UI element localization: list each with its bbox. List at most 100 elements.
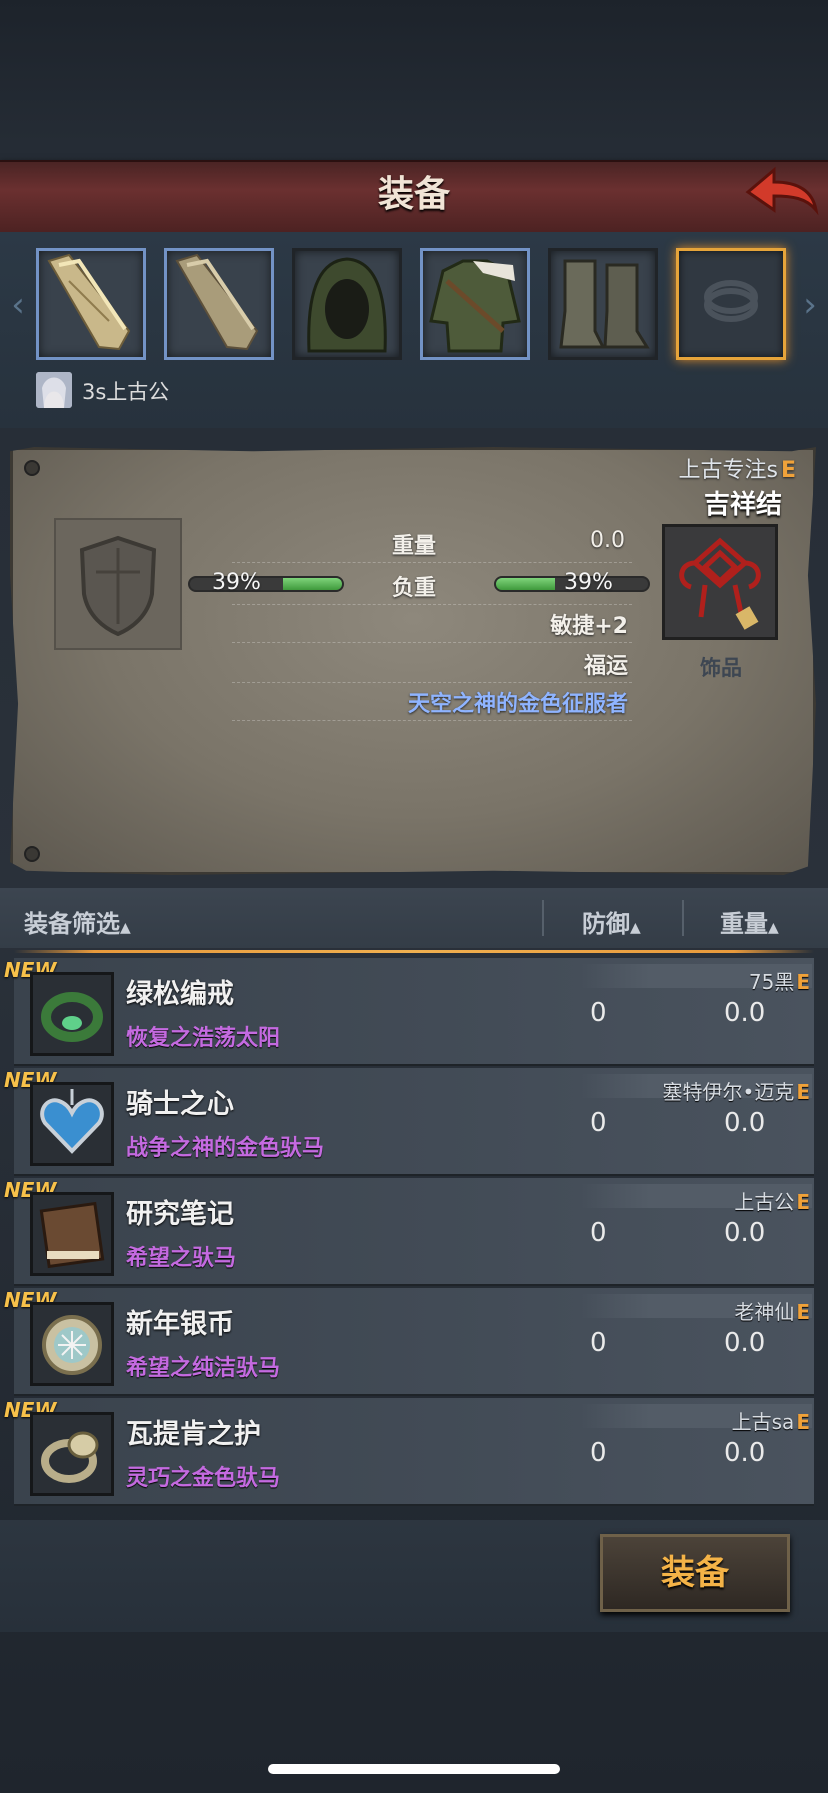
divider — [232, 604, 632, 606]
weight-value: 0.0 — [724, 1328, 766, 1358]
item-name: 吉祥结 — [703, 490, 782, 520]
item-preview — [662, 524, 778, 640]
sort-arrow-icon: ▲ — [768, 920, 779, 936]
defense-sort-label: 防御 — [582, 910, 630, 938]
item-owner: 老神仙 E — [734, 1300, 810, 1324]
chinese-knot-icon — [665, 527, 775, 637]
selection-line — [14, 950, 814, 953]
pin-icon — [24, 846, 40, 862]
item-affix: 战争之神的金色驮马 — [126, 1136, 325, 1161]
weight-sort-label: 重量 — [720, 910, 768, 938]
blade-icon — [175, 253, 259, 351]
back-button[interactable] — [742, 162, 820, 224]
divider — [682, 900, 684, 936]
item-detail-panel — [10, 447, 816, 875]
grade-badge: E — [796, 1190, 810, 1214]
slot-ring-empty[interactable] — [676, 248, 786, 360]
back-arrow-icon — [745, 166, 819, 216]
bonus-agility: 敏捷+2 — [550, 614, 628, 639]
item-affix: 希望之驮马 — [126, 1246, 237, 1271]
chevron-left-icon[interactable]: ‹ — [6, 285, 30, 325]
list-item[interactable]: NEW 绿松编戒 恢复之浩荡太阳 75黑 E 0 0.0 — [0, 958, 828, 1066]
item-type: 饰品 — [700, 656, 742, 680]
home-indicator — [268, 1764, 560, 1774]
chevron-right-icon[interactable]: › — [798, 285, 822, 325]
item-owner: 75黑 E — [748, 970, 810, 994]
coin-icon — [30, 1302, 114, 1386]
blade-icon — [47, 253, 131, 351]
divider — [232, 562, 632, 564]
defense-value: 0 — [590, 1218, 607, 1248]
grade-badge: E — [796, 1410, 810, 1434]
title-bonus: 天空之神的金色征服者 — [407, 692, 628, 717]
item-name: 新年银币 — [126, 1309, 234, 1340]
equip-button[interactable]: 装备 — [600, 1534, 790, 1612]
pin-icon — [24, 460, 40, 476]
grade-badge: E — [796, 1300, 810, 1324]
shield-icon — [79, 535, 157, 637]
filter-label: 装备筛选 — [24, 910, 120, 938]
sort-arrow-icon: ▲ — [630, 920, 641, 936]
defense-value: 0 — [590, 1438, 607, 1468]
list-item[interactable]: NEW 骑士之心 战争之神的金色驮马 塞特伊尔•迈克 E 0 0.0 — [0, 1068, 828, 1176]
sort-weight-button[interactable]: 重量▲ — [720, 904, 779, 939]
sort-arrow-icon: ▲ — [120, 920, 131, 936]
list-item[interactable]: NEW 新年银币 希望之纯洁驮马 老神仙 E 0 0.0 — [0, 1288, 828, 1396]
defense-value: 0 — [590, 1328, 607, 1358]
load-left-percent: 39% — [212, 570, 261, 595]
boots-icon — [559, 259, 650, 349]
load-bar-left-fill — [282, 578, 342, 590]
item-name: 绿松编戒 — [126, 979, 234, 1010]
item-name: 骑士之心 — [126, 1089, 234, 1120]
slot-boots[interactable] — [548, 248, 658, 360]
weight-value: 0.0 — [724, 1108, 766, 1138]
item-affix: 恢复之浩荡太阳 — [126, 1026, 281, 1051]
elf-portrait-icon — [36, 372, 72, 408]
fortune-label: 福运 — [583, 654, 628, 679]
item-owner: 上古公 E — [734, 1190, 810, 1214]
page-title: 装备 — [377, 174, 450, 215]
ring-icon — [704, 280, 758, 322]
heart-pendant-icon — [30, 1082, 114, 1166]
avatar[interactable] — [36, 372, 72, 408]
grade-badge: E — [780, 458, 796, 483]
item-name: 研究笔记 — [126, 1199, 234, 1230]
slot-chest-armor[interactable] — [420, 248, 530, 360]
item-owner: 塞特伊尔•迈克 E — [662, 1080, 810, 1104]
character-name: 3s上古公 — [82, 380, 170, 404]
load-label: 负重 — [392, 576, 437, 601]
weight-value: 0.0 — [724, 1218, 766, 1248]
weight-value: 0.0 — [724, 998, 766, 1028]
item-affix: 灵巧之金色驮马 — [126, 1466, 281, 1491]
slot-hood[interactable] — [292, 248, 402, 360]
weight-value: 0.0 — [724, 1438, 766, 1468]
slot-weapon-main-hand[interactable] — [36, 248, 146, 360]
defense-slot-frame — [54, 518, 182, 650]
grade-badge: E — [796, 970, 810, 994]
item-owner: 上古sa E — [731, 1410, 810, 1434]
load-bar-right-fill — [496, 578, 556, 590]
item-affix: 希望之纯洁驮马 — [126, 1356, 281, 1381]
divider — [232, 682, 632, 684]
item-name: 瓦提肯之护 — [126, 1419, 261, 1450]
list-item[interactable]: NEW 瓦提肯之护 灵巧之金色驮马 上古sa E 0 0.0 — [0, 1398, 828, 1506]
defense-value: 0 — [590, 1108, 607, 1138]
book-icon — [30, 1192, 114, 1276]
weight-value: 0.0 — [590, 528, 625, 553]
filter-button[interactable]: 装备筛选▲ — [24, 904, 131, 939]
hood-icon — [307, 257, 387, 353]
divider — [232, 720, 632, 722]
tunic-icon — [429, 259, 521, 353]
sort-defense-button[interactable]: 防御▲ — [582, 904, 641, 939]
load-right-percent: 39% — [564, 570, 613, 595]
divider — [542, 900, 544, 936]
item-owner: 上古专注s E — [678, 458, 797, 483]
slot-weapon-off-hand[interactable] — [164, 248, 274, 360]
grade-badge: E — [796, 1080, 810, 1104]
defense-value: 0 — [590, 998, 607, 1028]
signet-ring-icon — [30, 1412, 114, 1496]
weight-label: 重量 — [392, 534, 437, 559]
ring-icon — [30, 972, 114, 1056]
divider — [232, 642, 632, 644]
list-item[interactable]: NEW 研究笔记 希望之驮马 上古公 E 0 0.0 — [0, 1178, 828, 1286]
